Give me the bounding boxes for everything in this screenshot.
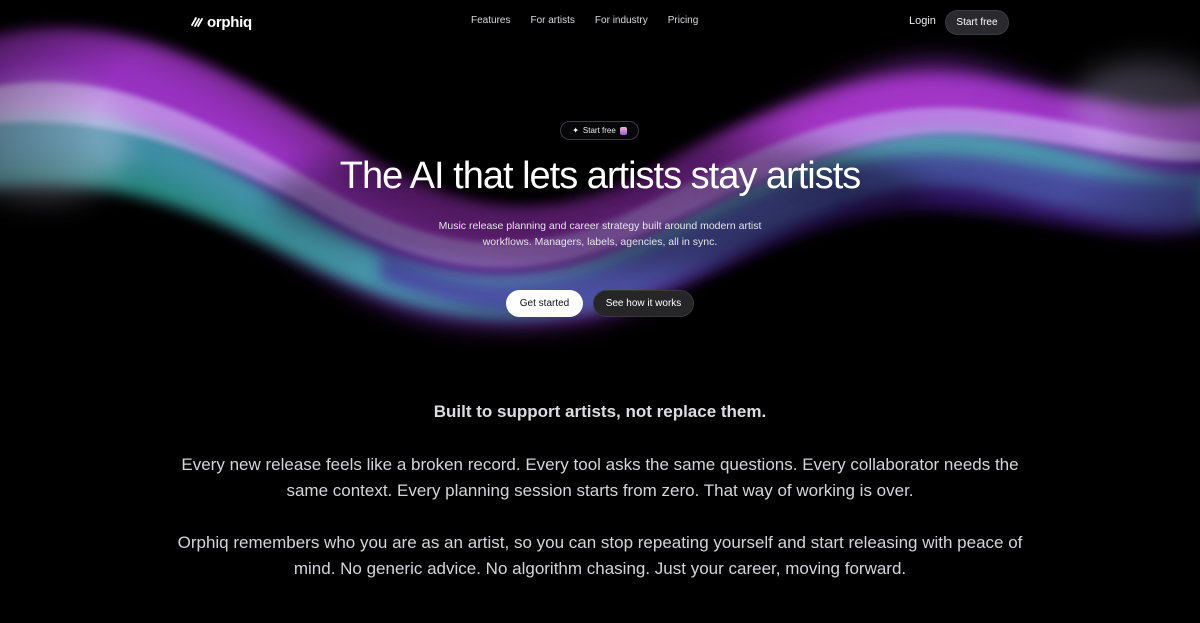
- badge-label: Start free: [582, 126, 616, 135]
- nav-link-pricing[interactable]: Pricing: [668, 15, 699, 26]
- orphiq-logo-icon: [191, 17, 203, 27]
- nav-link-for-industry[interactable]: For industry: [595, 15, 648, 26]
- brand-name: orphiq: [207, 13, 252, 31]
- nav-link-for-artists[interactable]: For artists: [530, 15, 574, 26]
- see-how-it-works-button[interactable]: See how it works: [593, 290, 694, 317]
- login-link[interactable]: Login: [909, 15, 936, 27]
- start-free-badge[interactable]: ✦ Start free: [560, 121, 639, 140]
- emoji-icon: [619, 126, 627, 135]
- hero-wave-background: [0, 0, 1200, 420]
- hero-title: The AI that lets artists stay artists: [339, 155, 862, 197]
- hero-subtitle: Music release planning and career strate…: [438, 220, 762, 248]
- nav-links: Features For artists For industry Pricin…: [471, 15, 698, 26]
- top-navigation: orphiq Features For artists For industry…: [0, 0, 1200, 44]
- intro-paragraph-2: Orphiq remembers who you are as an artis…: [177, 533, 1023, 578]
- nav-link-features[interactable]: Features: [471, 15, 510, 26]
- intro-heading: Built to support artists, not replace th…: [433, 402, 767, 421]
- start-free-nav-button[interactable]: Start free: [945, 10, 1009, 35]
- brand-logo-link[interactable]: orphiq: [190, 12, 252, 32]
- intro-paragraph-1: Every new release feels like a broken re…: [181, 455, 1019, 500]
- landing-page: orphiq Features For artists For industry…: [0, 0, 1200, 623]
- sparkle-icon: ✦: [572, 126, 579, 135]
- get-started-button[interactable]: Get started: [506, 290, 583, 317]
